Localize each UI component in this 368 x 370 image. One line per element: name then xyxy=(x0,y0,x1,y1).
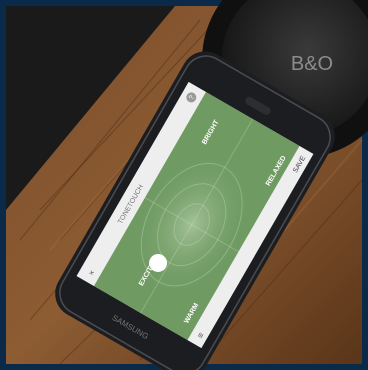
headphone-logo: B&O xyxy=(291,53,333,75)
photo-scene: B&O SAMSUNG × TONETOUCH ? ≡ SAVE EXCITED… xyxy=(0,0,368,370)
photo-canvas: B&O SAMSUNG × TONETOUCH ? ≡ SAVE EXCITED… xyxy=(0,0,368,370)
